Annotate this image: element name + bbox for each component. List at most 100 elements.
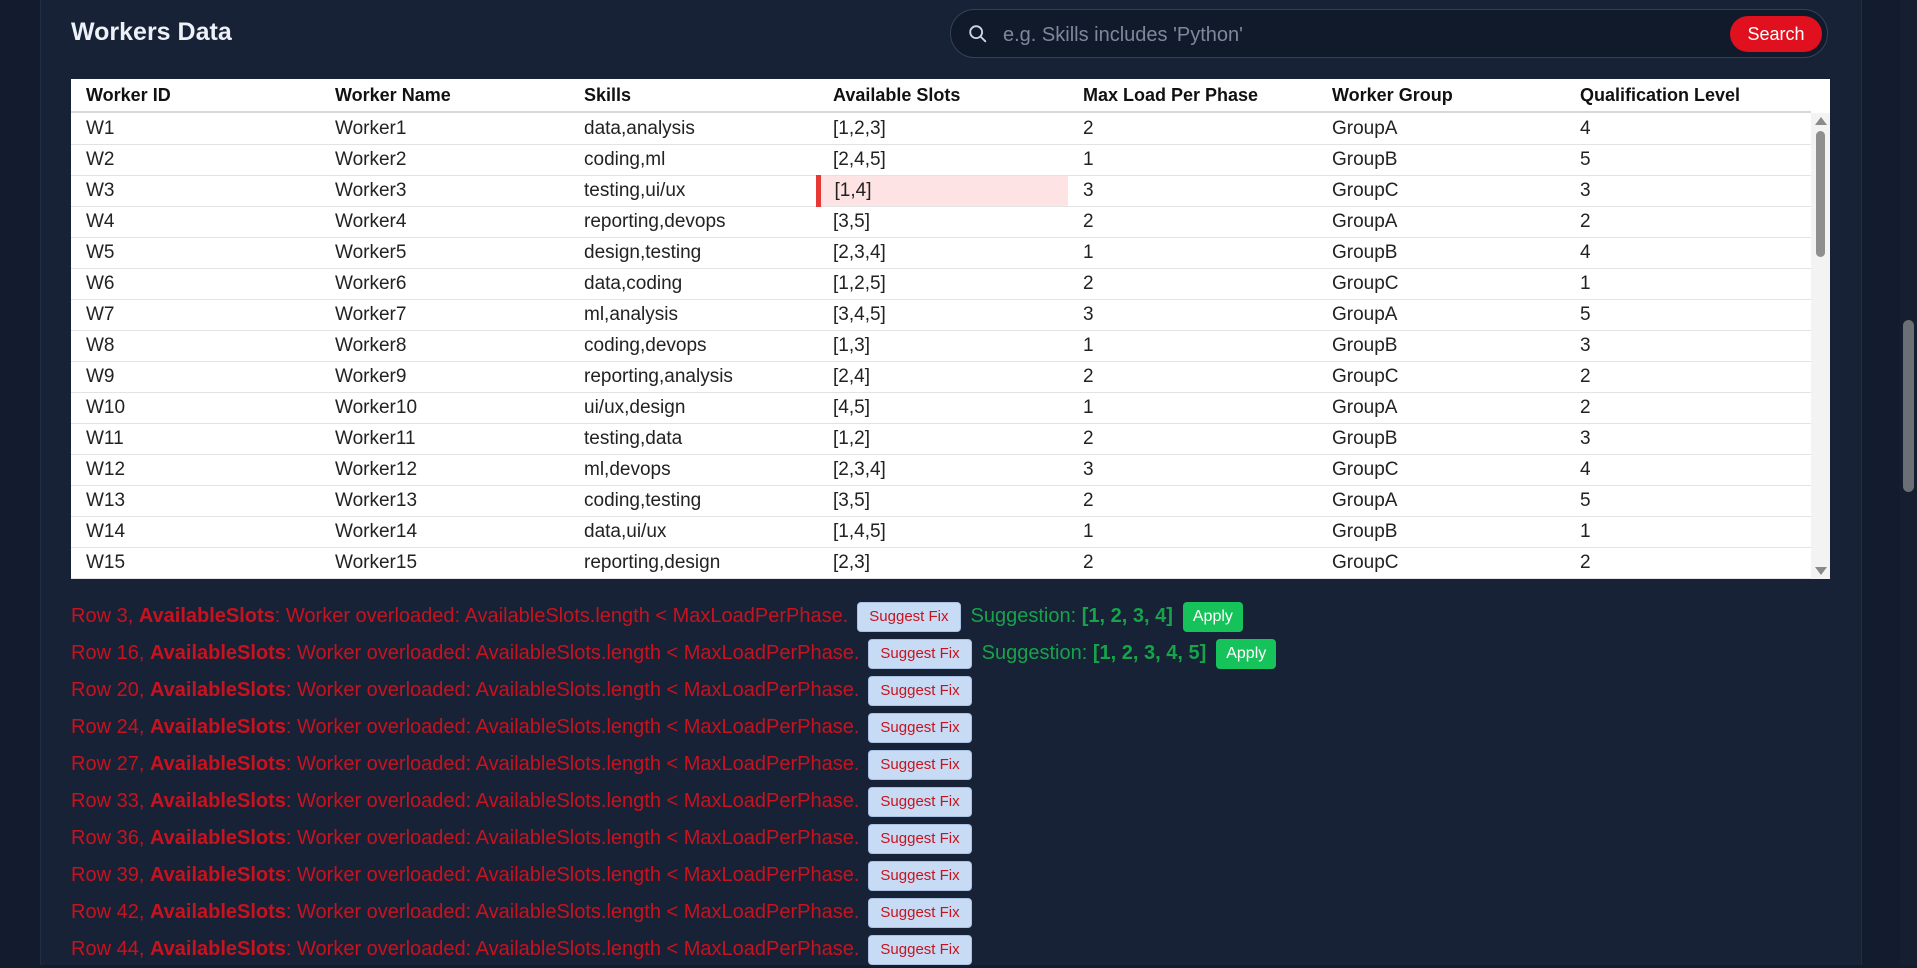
table-cell[interactable]: Worker10 [320,392,569,424]
table-cell[interactable]: GroupC [1317,454,1565,486]
table-cell[interactable]: W15 [71,547,320,579]
table-cell[interactable]: W8 [71,330,320,362]
table-cell[interactable]: W9 [71,361,320,393]
table-row[interactable]: W10 Worker10 ui/ux,design [4,5] 1 GroupA 2 [71,392,1811,424]
table-cell[interactable]: ml,analysis [569,299,818,331]
table-cell[interactable]: GroupC [1317,268,1565,300]
table-cell[interactable]: W4 [71,206,320,238]
table-cell[interactable]: 1 [1565,516,1811,548]
table-cell[interactable]: GroupB [1317,237,1565,269]
suggest-fix-button[interactable]: Suggest Fix [868,786,972,817]
table-cell[interactable]: 1 [1068,392,1317,424]
workers-table-container[interactable]: Worker ID Worker Name Skills Available Slot… [71,79,1830,579]
table-cell[interactable]: [1,2] [818,423,1068,455]
table-row[interactable]: W7 Worker7 ml,analysis [3,4,5] 3 GroupA 5 [71,299,1811,331]
table-cell[interactable]: GroupA [1317,299,1565,331]
table-row[interactable]: W15 Worker15 reporting,design [2,3] 2 GroupC 2 [71,547,1811,579]
table-cell[interactable]: [3,5] [818,485,1068,517]
table-cell[interactable]: 3 [1068,299,1317,331]
table-cell[interactable]: coding,ml [569,144,818,176]
table-cell[interactable]: 2 [1068,423,1317,455]
table-cell[interactable]: W6 [71,268,320,300]
table-cell[interactable]: W3 [71,175,320,207]
table-cell[interactable]: Worker8 [320,330,569,362]
table-cell[interactable]: testing,ui/ux [569,175,818,207]
table-cell[interactable]: 3 [1565,423,1811,455]
table-cell[interactable]: coding,testing [569,485,818,517]
table-cell[interactable]: data,ui/ux [569,516,818,548]
table-cell[interactable]: GroupA [1317,392,1565,424]
table-cell[interactable]: W5 [71,237,320,269]
table-cell[interactable]: GroupC [1317,175,1565,207]
suggest-fix-button[interactable]: Suggest Fix [857,601,961,632]
table-row[interactable]: W8 Worker8 coding,devops [1,3] 1 GroupB 3 [71,330,1811,362]
table-cell[interactable]: [2,3,4] [818,237,1068,269]
table-cell[interactable]: W11 [71,423,320,455]
column-header[interactable]: Qualification Level [1565,79,1811,113]
table-cell[interactable]: coding,devops [569,330,818,362]
table-cell[interactable]: W10 [71,392,320,424]
table-row[interactable]: W5 Worker5 design,testing [2,3,4] 1 GroupB 4 [71,237,1811,269]
table-row[interactable]: W2 Worker2 coding,ml [2,4,5] 1 GroupB 5 [71,144,1811,176]
table-cell[interactable]: W13 [71,485,320,517]
table-cell[interactable]: data,coding [569,268,818,300]
table-cell[interactable]: Worker4 [320,206,569,238]
table-cell[interactable]: W1 [71,112,320,145]
table-cell[interactable]: Worker3 [320,175,569,207]
table-cell[interactable]: [4,5] [818,392,1068,424]
table-cell[interactable]: reporting,design [569,547,818,579]
table-cell[interactable]: reporting,devops [569,206,818,238]
table-cell[interactable]: 3 [1565,330,1811,362]
table-cell[interactable]: 2 [1565,392,1811,424]
table-cell[interactable]: Worker11 [320,423,569,455]
table-cell[interactable]: 2 [1068,206,1317,238]
table-cell[interactable]: ui/ux,design [569,392,818,424]
table-row[interactable]: W9 Worker9 reporting,analysis [2,4] 2 GroupC 2 [71,361,1811,393]
table-cell[interactable]: 1 [1068,516,1317,548]
column-header[interactable]: Skills [569,79,818,113]
table-cell[interactable]: GroupA [1317,485,1565,517]
table-cell[interactable]: 5 [1565,485,1811,517]
suggest-fix-button[interactable]: Suggest Fix [868,638,972,669]
table-cell[interactable]: 1 [1068,330,1317,362]
table-cell[interactable]: 5 [1565,299,1811,331]
table-cell[interactable]: 3 [1068,454,1317,486]
table-row[interactable]: W12 Worker12 ml,devops [2,3,4] 3 GroupC 4 [71,454,1811,486]
table-cell[interactable]: W12 [71,454,320,486]
suggest-fix-button[interactable]: Suggest Fix [868,823,972,854]
table-cell[interactable]: 3 [1068,175,1317,207]
table-cell[interactable]: [3,5] [818,206,1068,238]
table-cell[interactable]: GroupB [1317,516,1565,548]
table-cell[interactable]: 1 [1068,237,1317,269]
table-cell[interactable]: 2 [1565,547,1811,579]
table-cell[interactable]: Worker2 [320,144,569,176]
table-scrollbar[interactable] [1811,113,1830,579]
table-cell[interactable]: Worker14 [320,516,569,548]
table-cell[interactable]: data,analysis [569,112,818,145]
table-row[interactable]: W14 Worker14 data,ui/ux [1,4,5] 1 GroupB 1 [71,516,1811,548]
suggest-fix-button[interactable]: Suggest Fix [868,934,972,965]
page-scrollbar[interactable] [1900,0,1917,965]
table-cell[interactable]: reporting,analysis [569,361,818,393]
table-cell[interactable]: 2 [1565,361,1811,393]
suggest-fix-button[interactable]: Suggest Fix [868,897,972,928]
table-cell[interactable]: 5 [1565,144,1811,176]
table-cell[interactable]: Worker6 [320,268,569,300]
search-input[interactable] [1001,18,1665,52]
apply-button[interactable]: Apply [1216,638,1277,669]
table-cell[interactable]: GroupB [1317,144,1565,176]
flagged-cell[interactable]: [1,4] [815,175,1068,207]
table-cell[interactable]: Worker7 [320,299,569,331]
table-cell[interactable]: W2 [71,144,320,176]
table-cell[interactable]: W14 [71,516,320,548]
table-cell[interactable]: GroupB [1317,423,1565,455]
suggest-fix-button[interactable]: Suggest Fix [868,749,972,780]
search-button[interactable]: Search [1730,16,1822,52]
table-cell[interactable]: 4 [1565,237,1811,269]
suggest-fix-button[interactable]: Suggest Fix [868,860,972,891]
table-cell[interactable]: 1 [1068,144,1317,176]
suggest-fix-button[interactable]: Suggest Fix [868,712,972,743]
table-cell[interactable]: 2 [1068,112,1317,145]
column-header[interactable]: Worker Group [1317,79,1565,113]
page-scrollbar-thumb[interactable] [1903,320,1914,492]
